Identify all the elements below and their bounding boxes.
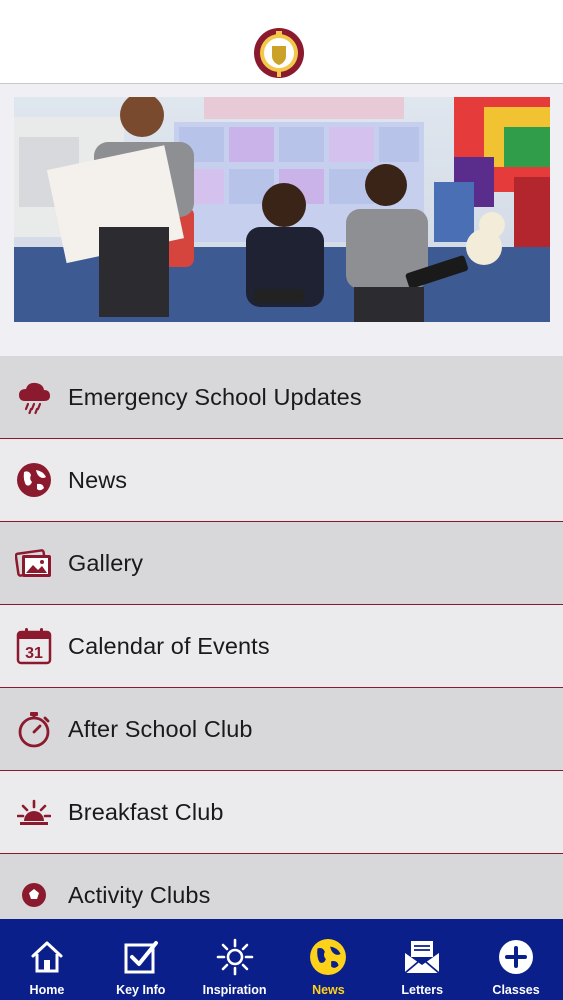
globe-icon	[309, 937, 347, 977]
calendar-icon-text: 31	[25, 645, 43, 662]
tab-label: Classes	[492, 983, 540, 997]
menu-item-emergency-school-updates[interactable]: Emergency School Updates	[0, 356, 563, 439]
menu-item-label: Activity Clubs	[68, 881, 211, 908]
tab-label: Inspiration	[202, 983, 267, 997]
menu-item-label: Breakfast Club	[68, 798, 224, 825]
tab-label: Home	[29, 983, 65, 997]
tab-classes[interactable]: Classes	[469, 919, 563, 1000]
menu-item-label: Gallery	[68, 549, 144, 576]
menu-item-after-school-club[interactable]: After School Club	[0, 688, 563, 771]
menu-item-label: News	[68, 466, 128, 493]
plus-circle-icon	[497, 937, 535, 977]
tab-label: Key Info	[116, 983, 166, 997]
menu-item-news[interactable]: News	[0, 439, 563, 522]
menu-item-gallery[interactable]: Gallery	[0, 522, 563, 605]
envelope-icon	[403, 937, 441, 977]
menu-item-breakfast-club[interactable]: Breakfast Club	[0, 771, 563, 854]
calendar-icon: 31	[0, 605, 68, 688]
tab-home[interactable]: Home	[0, 919, 94, 1000]
storm-cloud-icon	[0, 356, 68, 439]
photos-icon	[0, 522, 68, 605]
tab-inspiration[interactable]: Inspiration	[188, 919, 282, 1000]
menu-list: Emergency School Updates News Gallery 31…	[0, 356, 563, 937]
sunrise-icon	[0, 771, 68, 854]
hero-photo	[14, 97, 550, 322]
menu-item-label: After School Club	[68, 715, 253, 742]
tab-letters[interactable]: Letters	[375, 919, 469, 1000]
app-header	[0, 0, 563, 84]
tab-news[interactable]: News	[281, 919, 375, 1000]
tab-key-info[interactable]: Key Info	[94, 919, 188, 1000]
tab-label: News	[312, 983, 345, 997]
school-crest-logo	[254, 28, 304, 78]
tab-label: Letters	[401, 983, 444, 997]
home-icon	[29, 937, 65, 977]
menu-item-calendar-of-events[interactable]: 31 Calendar of Events	[0, 605, 563, 688]
stopwatch-icon	[0, 688, 68, 771]
sun-icon	[216, 937, 254, 977]
checkbox-icon	[123, 937, 159, 977]
menu-item-label: Calendar of Events	[68, 632, 270, 659]
globe-icon	[0, 439, 68, 522]
menu-item-label: Emergency School Updates	[68, 383, 362, 410]
bottom-tab-bar: Home Key Info Inspiration News Letters C…	[0, 919, 563, 1000]
